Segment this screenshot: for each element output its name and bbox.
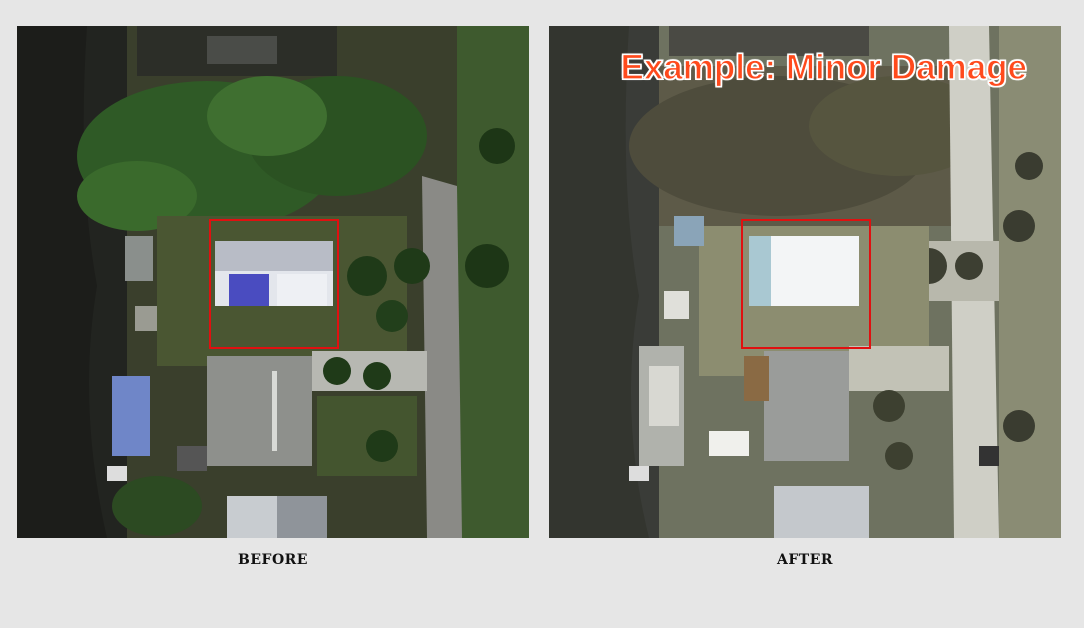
damage-level-banner: Example: Minor Damage xyxy=(620,47,1028,87)
damage-highlight-box-after xyxy=(741,219,871,349)
before-caption: BEFORE xyxy=(238,552,308,568)
after-aerial-image: Example: Minor Damage xyxy=(549,26,1061,538)
damage-highlight-box-before xyxy=(209,219,339,349)
after-caption: AFTER xyxy=(776,552,834,568)
before-aerial-image xyxy=(17,26,529,538)
